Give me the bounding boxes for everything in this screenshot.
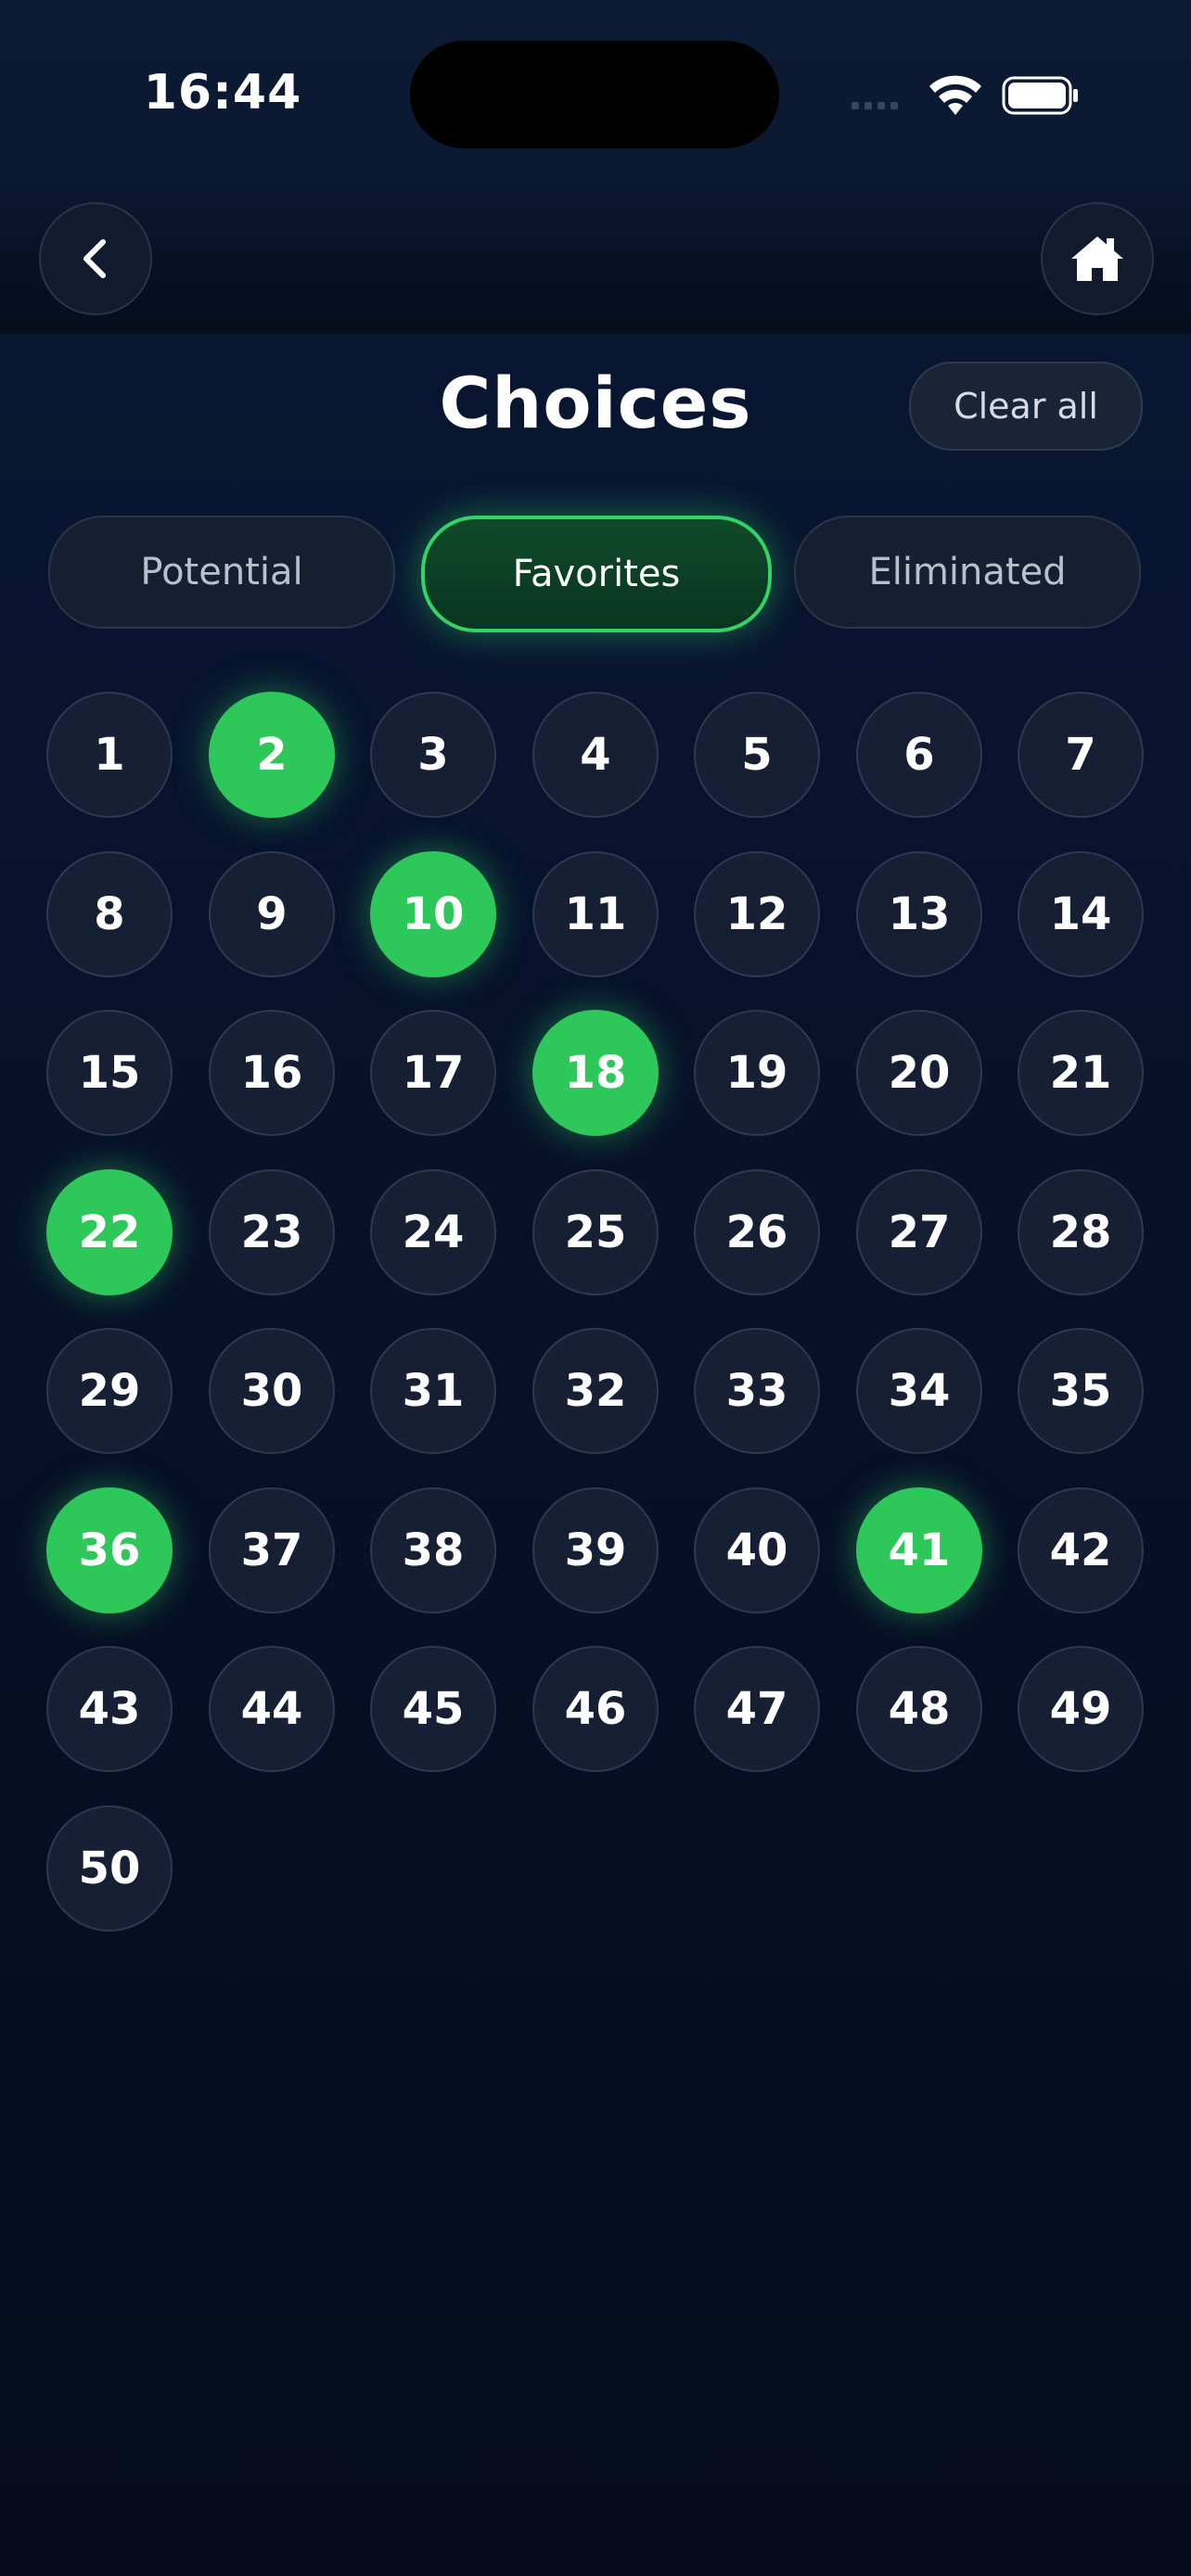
- number-chip[interactable]: 27: [856, 1169, 982, 1295]
- number-chip[interactable]: 17: [370, 1010, 496, 1136]
- number-chip[interactable]: 37: [209, 1487, 335, 1613]
- number-chip[interactable]: 48: [856, 1646, 982, 1772]
- number-chip[interactable]: 1: [46, 692, 173, 818]
- number-chip[interactable]: 19: [694, 1010, 820, 1136]
- number-chip[interactable]: 25: [532, 1169, 659, 1295]
- number-chip[interactable]: 5: [694, 692, 820, 818]
- number-chip[interactable]: 21: [1018, 1010, 1144, 1136]
- number-chip-favorite[interactable]: 41: [856, 1487, 982, 1613]
- status-time: 16:44: [143, 65, 302, 121]
- number-chip-favorite[interactable]: 10: [370, 851, 496, 977]
- filter-tabs: Potential Favorites Eliminated: [48, 516, 1143, 632]
- number-chip[interactable]: 3: [370, 692, 496, 818]
- number-chip[interactable]: 16: [209, 1010, 335, 1136]
- number-chip[interactable]: 9: [209, 851, 335, 977]
- home-icon: [1071, 236, 1123, 281]
- wifi-icon: [929, 75, 981, 115]
- chevron-left-icon: [83, 239, 106, 278]
- number-chip[interactable]: 50: [46, 1805, 173, 1932]
- number-chip[interactable]: 26: [694, 1169, 820, 1295]
- number-chip[interactable]: 12: [694, 851, 820, 977]
- clear-all-button[interactable]: Clear all: [909, 362, 1143, 451]
- page-title: Choices: [439, 362, 752, 444]
- number-chip[interactable]: 39: [532, 1487, 659, 1613]
- number-chip[interactable]: 40: [694, 1487, 820, 1613]
- number-chip[interactable]: 47: [694, 1646, 820, 1772]
- navigation-bar: [0, 185, 1191, 334]
- number-chip[interactable]: 43: [46, 1646, 173, 1772]
- number-chip[interactable]: 33: [694, 1328, 820, 1454]
- status-bar: 16:44: [0, 0, 1191, 185]
- number-chip[interactable]: 7: [1018, 692, 1144, 818]
- number-chip-favorite[interactable]: 22: [46, 1169, 173, 1295]
- back-button[interactable]: [39, 202, 152, 315]
- cellular-signal-icon: [852, 102, 898, 109]
- number-chip[interactable]: 29: [46, 1328, 173, 1454]
- number-chip[interactable]: 46: [532, 1646, 659, 1772]
- tab-potential[interactable]: Potential: [48, 516, 395, 629]
- number-chip[interactable]: 24: [370, 1169, 496, 1295]
- number-chip[interactable]: 32: [532, 1328, 659, 1454]
- number-chip[interactable]: 30: [209, 1328, 335, 1454]
- home-button[interactable]: [1041, 202, 1154, 315]
- number-chip-favorite[interactable]: 36: [46, 1487, 173, 1613]
- number-chip[interactable]: 13: [856, 851, 982, 977]
- number-chip[interactable]: 8: [46, 851, 173, 977]
- tab-eliminated[interactable]: Eliminated: [794, 516, 1141, 629]
- number-chip[interactable]: 20: [856, 1010, 982, 1136]
- number-chip[interactable]: 23: [209, 1169, 335, 1295]
- number-chip-favorite[interactable]: 18: [532, 1010, 659, 1136]
- number-chip[interactable]: 42: [1018, 1487, 1144, 1613]
- number-chip[interactable]: 11: [532, 851, 659, 977]
- number-chip[interactable]: 15: [46, 1010, 173, 1136]
- number-chip[interactable]: 28: [1018, 1169, 1144, 1295]
- number-chip[interactable]: 31: [370, 1328, 496, 1454]
- number-chip[interactable]: 34: [856, 1328, 982, 1454]
- battery-icon: [1002, 76, 1078, 115]
- number-chip[interactable]: 35: [1018, 1328, 1144, 1454]
- tab-favorites[interactable]: Favorites: [421, 516, 772, 632]
- number-chip[interactable]: 45: [370, 1646, 496, 1772]
- number-chip[interactable]: 14: [1018, 851, 1144, 977]
- number-chip[interactable]: 44: [209, 1646, 335, 1772]
- number-chip-favorite[interactable]: 2: [209, 692, 335, 818]
- number-chip[interactable]: 4: [532, 692, 659, 818]
- number-chip[interactable]: 49: [1018, 1646, 1144, 1772]
- number-chip[interactable]: 38: [370, 1487, 496, 1613]
- number-chip[interactable]: 6: [856, 692, 982, 818]
- dynamic-island: [410, 41, 779, 148]
